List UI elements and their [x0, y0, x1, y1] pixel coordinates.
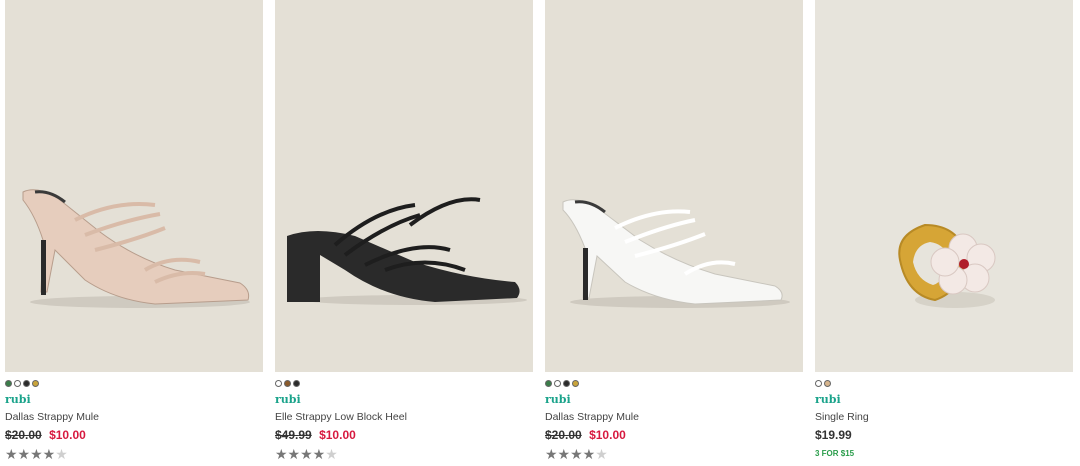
original-price: $49.99	[275, 428, 312, 442]
product-name[interactable]: Dallas Strappy Mule	[545, 411, 639, 423]
product-name[interactable]: Dallas Strappy Mule	[5, 411, 99, 423]
sale-price: $10.00	[319, 428, 356, 442]
color-swatch[interactable]	[32, 380, 39, 387]
brand-label: rubi	[815, 393, 841, 406]
promo-badge: 3 FOR $15	[815, 449, 855, 458]
color-swatch[interactable]	[572, 380, 579, 387]
price: $20.00 $10.00	[5, 428, 86, 442]
product-card[interactable]: rubi Dallas Strappy Mule $20.00 $10.00 ★…	[545, 0, 803, 466]
color-swatch[interactable]	[563, 380, 570, 387]
product-image[interactable]	[815, 0, 1073, 372]
flower-ring-icon	[898, 223, 996, 308]
color-swatch[interactable]	[554, 380, 561, 387]
block-heel-black-icon	[287, 197, 527, 305]
brand-label: rubi	[5, 393, 31, 406]
product-name[interactable]: Elle Strappy Low Block Heel	[275, 411, 407, 423]
brand-label: rubi	[275, 393, 301, 406]
color-swatch[interactable]	[284, 380, 291, 387]
product-image[interactable]	[545, 0, 803, 372]
color-swatch[interactable]	[23, 380, 30, 387]
color-swatch[interactable]	[545, 380, 552, 387]
color-swatch[interactable]	[824, 380, 831, 387]
current-price: $19.99	[815, 428, 852, 442]
product-card[interactable]: rubi Dallas Strappy Mule $20.00 $10.00 ★…	[5, 0, 263, 466]
color-swatch[interactable]	[5, 380, 12, 387]
color-swatches	[545, 380, 579, 389]
strappy-heel-nude-icon	[22, 189, 250, 308]
color-swatches	[275, 380, 300, 389]
original-price: $20.00	[5, 428, 42, 442]
product-image[interactable]	[5, 0, 263, 372]
product-card[interactable]: rubi Elle Strappy Low Block Heel $49.99 …	[275, 0, 533, 466]
price: $49.99 $10.00	[275, 428, 356, 442]
original-price: $20.00	[545, 428, 582, 442]
color-swatch[interactable]	[815, 380, 822, 387]
price: $20.00 $10.00	[545, 428, 626, 442]
color-swatch[interactable]	[14, 380, 21, 387]
product-card[interactable]: rubi Single Ring $19.99 3 FOR $15	[815, 0, 1073, 466]
color-swatches	[815, 380, 831, 389]
star-rating: ★★★★★	[5, 446, 68, 462]
strappy-heel-white-icon	[562, 199, 790, 308]
sale-price: $10.00	[49, 428, 86, 442]
product-grid: rubi Dallas Strappy Mule $20.00 $10.00 ★…	[0, 0, 1080, 466]
star-rating: ★★★★★	[275, 446, 338, 462]
price: $19.99	[815, 428, 852, 442]
product-image[interactable]	[275, 0, 533, 372]
sale-price: $10.00	[589, 428, 626, 442]
brand-label: rubi	[545, 393, 571, 406]
color-swatch[interactable]	[275, 380, 282, 387]
star-rating: ★★★★★	[545, 446, 608, 462]
color-swatches	[5, 380, 39, 389]
color-swatch[interactable]	[293, 380, 300, 387]
product-name[interactable]: Single Ring	[815, 411, 869, 423]
